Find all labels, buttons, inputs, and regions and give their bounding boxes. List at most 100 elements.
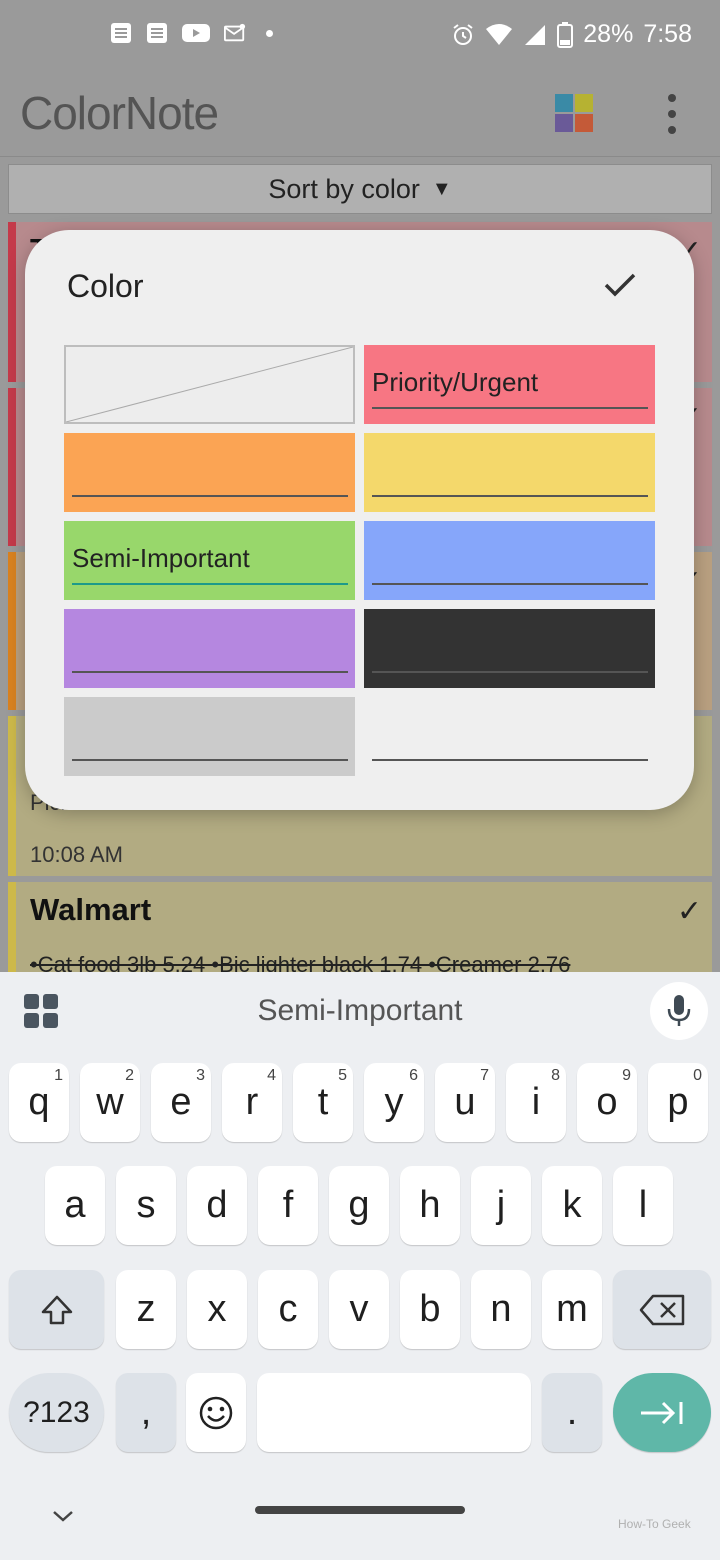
- no-color-slash: [66, 347, 353, 422]
- key-h[interactable]: h: [400, 1166, 460, 1245]
- sort-dropdown[interactable]: Sort by color ▼: [8, 164, 712, 214]
- next-field-icon: [641, 1401, 683, 1424]
- key-f[interactable]: f: [258, 1166, 318, 1245]
- confirm-check-icon[interactable]: [602, 266, 638, 302]
- key-o[interactable]: o9: [577, 1063, 637, 1142]
- battery-percent: 28%: [583, 20, 634, 48]
- note-title: Walmart: [30, 892, 152, 927]
- cell-signal-icon: [525, 24, 546, 45]
- key-label: e: [170, 1081, 192, 1123]
- color-palette-icon[interactable]: [555, 94, 593, 132]
- key-q[interactable]: q1: [9, 1063, 69, 1142]
- key-label: q: [28, 1081, 50, 1123]
- key-n[interactable]: n: [471, 1270, 531, 1349]
- key-a[interactable]: a: [45, 1166, 105, 1245]
- period-key[interactable]: .: [542, 1373, 602, 1452]
- key-d[interactable]: d: [187, 1166, 247, 1245]
- enter-key[interactable]: [613, 1373, 711, 1452]
- key-r[interactable]: r4: [222, 1063, 282, 1142]
- shift-icon: [41, 1295, 72, 1324]
- wifi-icon: [486, 23, 513, 45]
- key-number-hint: 9: [622, 1067, 631, 1084]
- check-icon: ✓: [676, 895, 702, 928]
- sort-label: Sort by color: [268, 173, 420, 204]
- mic-icon[interactable]: [650, 982, 708, 1040]
- backspace-key[interactable]: [613, 1270, 711, 1349]
- color-swatch-green[interactable]: Semi-Important: [64, 521, 355, 600]
- key-i[interactable]: i8: [506, 1063, 566, 1142]
- key-number-hint: 5: [338, 1067, 347, 1084]
- notes-icon: [147, 23, 167, 43]
- input-underline: [72, 583, 348, 585]
- emoji-key[interactable]: [186, 1373, 246, 1452]
- battery-icon: [557, 21, 574, 48]
- more-notifications-dot: [266, 29, 273, 37]
- color-dialog: Color Priority/Urgent Semi-Important: [25, 230, 694, 810]
- key-number-hint: 4: [267, 1067, 276, 1084]
- key-number-hint: 2: [125, 1067, 134, 1084]
- key-u[interactable]: u7: [435, 1063, 495, 1142]
- overflow-menu-icon[interactable]: [660, 94, 684, 134]
- key-t[interactable]: t5: [293, 1063, 353, 1142]
- key-j[interactable]: j: [471, 1166, 531, 1245]
- key-y[interactable]: y6: [364, 1063, 424, 1142]
- key-x[interactable]: x: [187, 1270, 247, 1349]
- key-v[interactable]: v: [329, 1270, 389, 1349]
- key-m[interactable]: m: [542, 1270, 602, 1349]
- input-underline: [372, 671, 648, 673]
- key-label: r: [245, 1081, 259, 1123]
- color-swatch-yellow[interactable]: [364, 433, 655, 512]
- key-l[interactable]: l: [613, 1166, 673, 1245]
- youtube-icon: [182, 24, 210, 42]
- input-underline: [372, 495, 648, 497]
- key-label: o: [596, 1081, 618, 1123]
- symbols-key[interactable]: ?123: [9, 1373, 104, 1452]
- color-swatch-none[interactable]: [64, 345, 355, 424]
- chevron-down-icon[interactable]: [50, 1507, 76, 1525]
- key-e[interactable]: e3: [151, 1063, 211, 1142]
- key-b[interactable]: b: [400, 1270, 460, 1349]
- backspace-icon: [639, 1294, 685, 1325]
- suggestion-text[interactable]: Semi-Important: [0, 994, 720, 1028]
- key-label: y: [384, 1081, 404, 1123]
- color-swatch-purple[interactable]: [64, 609, 355, 688]
- app-logo: ColorNote: [20, 87, 219, 139]
- home-indicator[interactable]: [255, 1506, 465, 1514]
- key-number-hint: 7: [480, 1067, 489, 1084]
- key-label: i: [531, 1081, 541, 1123]
- color-swatch-blue[interactable]: [364, 521, 655, 600]
- color-label-input[interactable]: Semi-Important: [72, 543, 250, 574]
- key-c[interactable]: c: [258, 1270, 318, 1349]
- color-swatch-gray[interactable]: [64, 697, 355, 776]
- shift-key[interactable]: [9, 1270, 104, 1349]
- system-status: 28% 7:58: [451, 20, 692, 49]
- key-z[interactable]: z: [116, 1270, 176, 1349]
- key-w[interactable]: w2: [80, 1063, 140, 1142]
- key-s[interactable]: s: [116, 1166, 176, 1245]
- clock: 7:58: [643, 20, 692, 48]
- key-number-hint: 1: [54, 1067, 63, 1084]
- notes-icon: [111, 23, 131, 43]
- color-swatch-black[interactable]: [364, 609, 655, 688]
- key-g[interactable]: g: [329, 1166, 389, 1245]
- input-underline: [372, 759, 648, 761]
- key-p[interactable]: p0: [648, 1063, 708, 1142]
- note-item[interactable]: Walmart ✓ •Cat food 3lb 5.24 •Bic lighte…: [8, 882, 712, 977]
- input-underline: [72, 495, 348, 497]
- color-label-input[interactable]: Priority/Urgent: [372, 367, 538, 398]
- input-underline: [72, 671, 348, 673]
- status-bar: 28% 7:58: [0, 0, 720, 72]
- input-underline: [372, 407, 648, 409]
- comma-key[interactable]: ,: [116, 1373, 176, 1452]
- color-swatch-white[interactable]: [364, 697, 655, 776]
- key-label: p: [667, 1081, 689, 1123]
- emoji-icon: [199, 1396, 233, 1429]
- watermark: How-To Geek: [618, 1517, 691, 1531]
- key-k[interactable]: k: [542, 1166, 602, 1245]
- space-key[interactable]: [257, 1373, 531, 1452]
- note-timestamp: 10:08 AM: [30, 842, 123, 867]
- keyboard: Semi-Important q1w2e3r4t5y6u7i8o9p0 asdf…: [0, 972, 720, 1560]
- color-swatch-red[interactable]: Priority/Urgent: [364, 345, 655, 424]
- notification-icons: [110, 22, 273, 44]
- color-swatch-orange[interactable]: [64, 433, 355, 512]
